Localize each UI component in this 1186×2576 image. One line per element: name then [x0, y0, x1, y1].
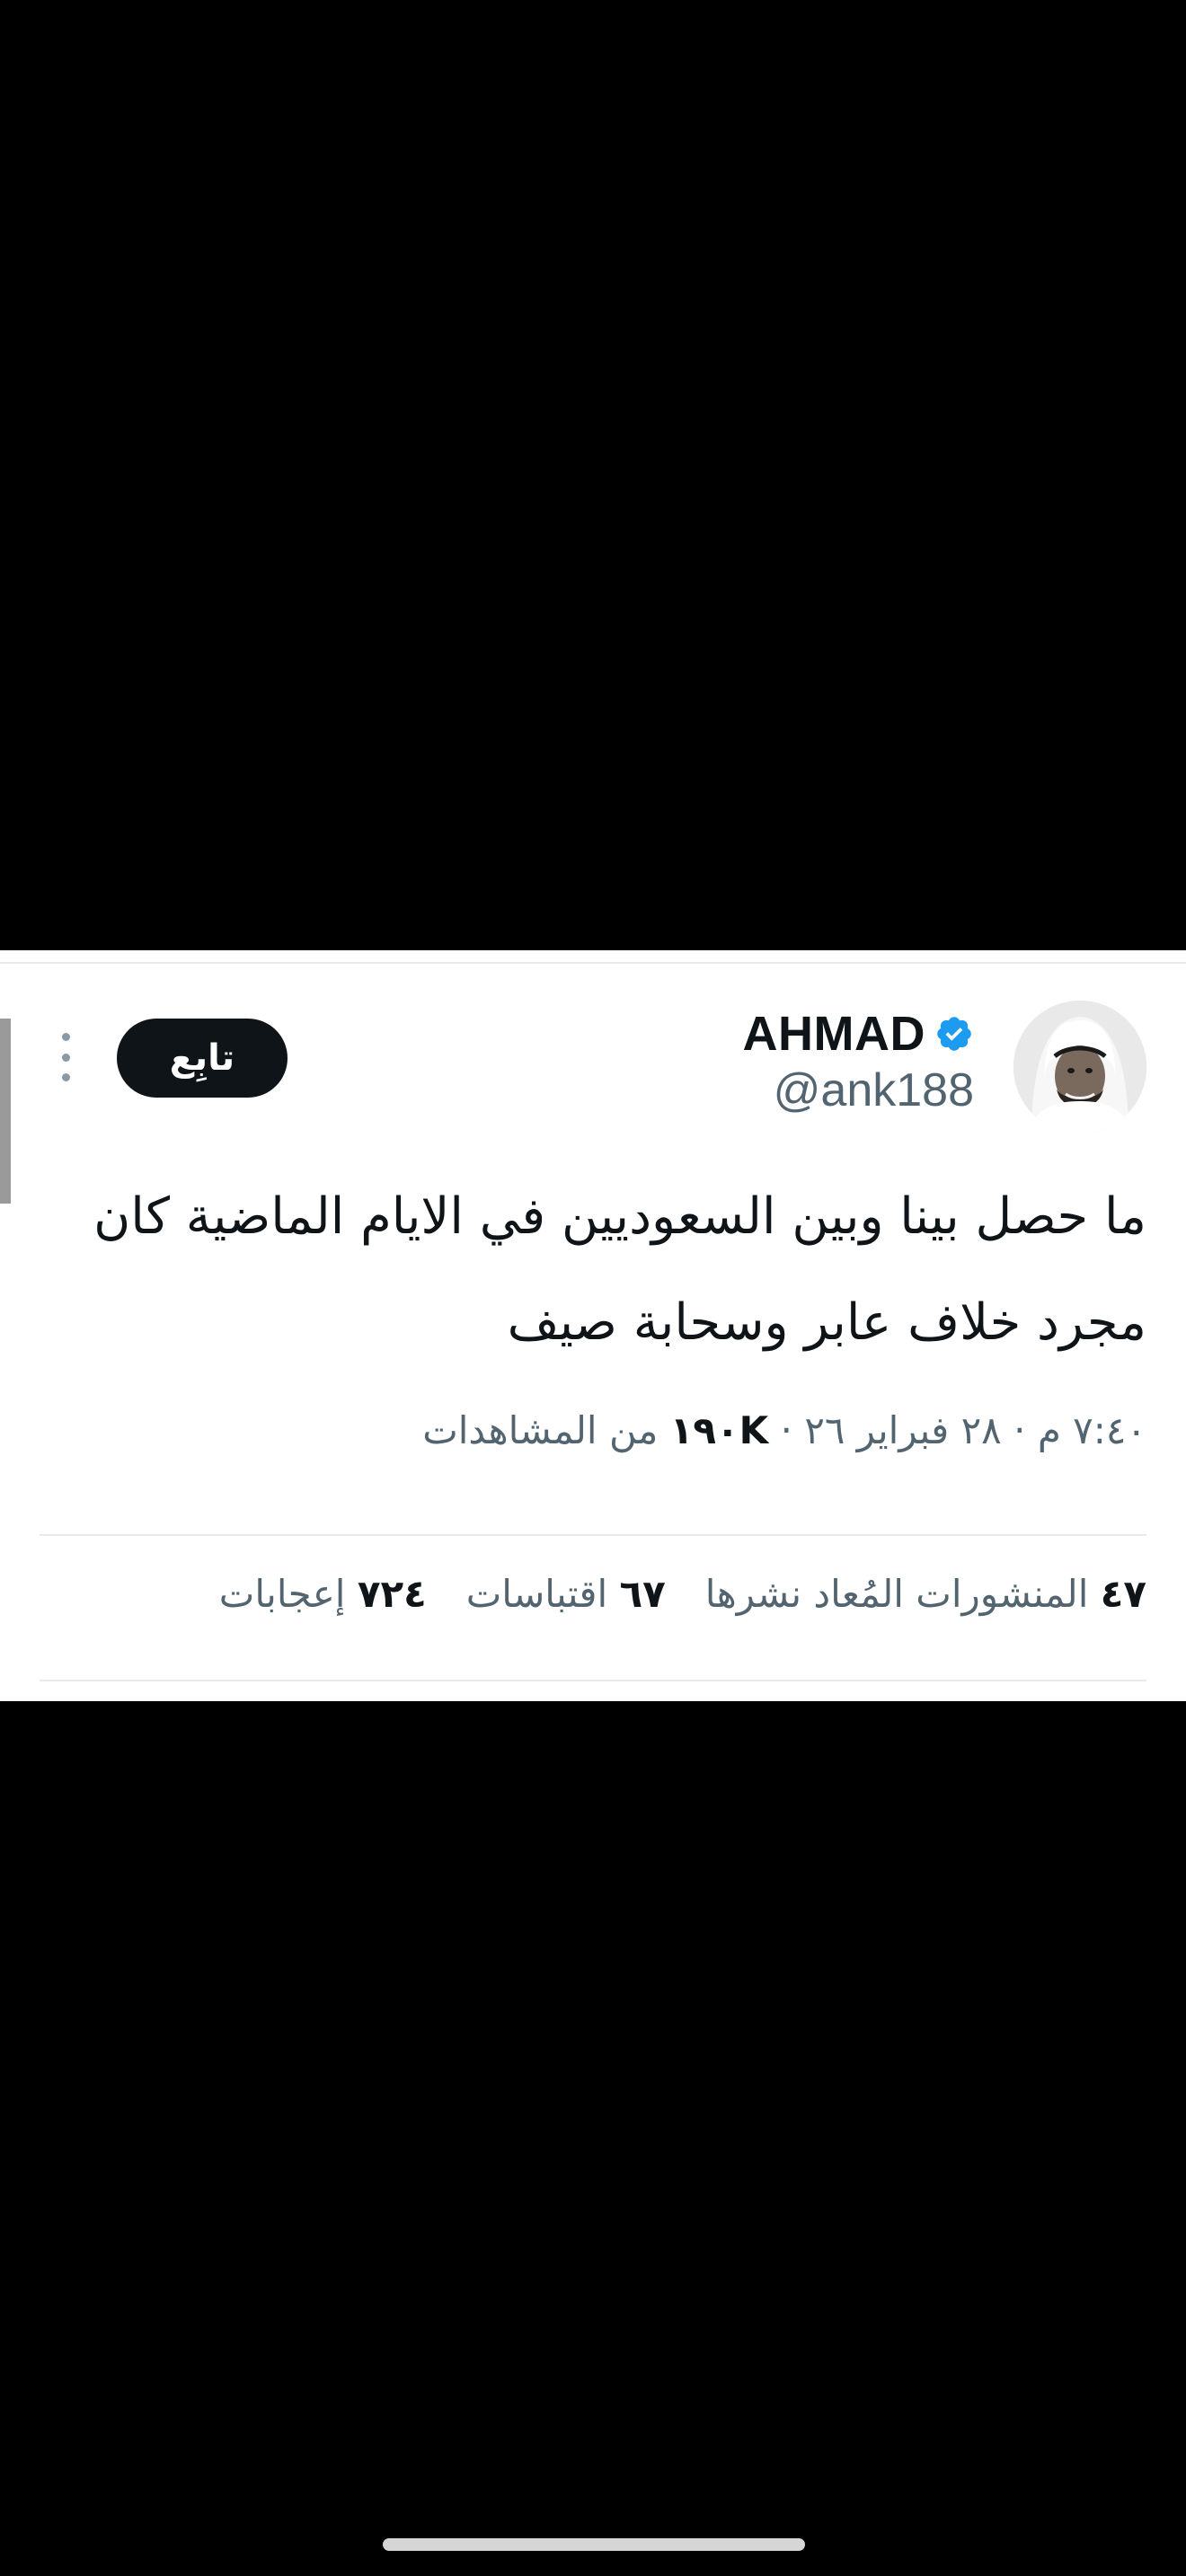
tweet-text: ما حصل بينا وبين السعوديين في الايام الم… — [93, 1187, 1146, 1352]
top-black-area — [0, 0, 1186, 950]
home-indicator[interactable] — [383, 2538, 805, 2551]
stats-bottom-divider — [40, 1680, 1146, 1681]
vertical-ellipsis-icon[interactable] — [56, 1033, 75, 1081]
verified-badge-icon — [937, 1017, 971, 1051]
tweet-date[interactable]: ٢٨ فبراير ٢٦ — [804, 1408, 1001, 1452]
quotes-label: اقتباسات — [465, 1572, 608, 1616]
avatar[interactable] — [1013, 1001, 1146, 1134]
follow-button[interactable]: تابِع — [117, 1019, 288, 1098]
tweet-meta: ٧:٤٠ م · ٢٨ فبراير ٢٦ · ١٩٠K من المشاهدا… — [32, 1408, 1146, 1452]
reposts-label: المنشورات المُعاد نشرها — [704, 1572, 1089, 1616]
author-name-row[interactable]: AHMAD — [743, 1006, 974, 1062]
views-count: ١٩٠K — [669, 1408, 769, 1452]
display-name[interactable]: AHMAD — [743, 1006, 925, 1062]
likes-label: إعجابات — [218, 1572, 346, 1616]
quotes-stat[interactable]: ٦٧ اقتباسات — [466, 1572, 666, 1616]
likes-count: ٧٢٤ — [357, 1572, 427, 1616]
card-top-divider — [0, 962, 1186, 964]
quotes-count: ٦٧ — [619, 1572, 666, 1616]
views-label: من المشاهدات — [422, 1408, 659, 1452]
reposts-count: ٤٧ — [1100, 1572, 1146, 1616]
stats-top-divider — [40, 1534, 1146, 1536]
tweet-card[interactable]: AHMAD @ank188 تابِع ما حصل بينا وبين الس… — [0, 950, 1186, 1701]
likes-stat[interactable]: ٧٢٤ إعجابات — [219, 1572, 427, 1616]
tweet-time[interactable]: ٧:٤٠ م — [1038, 1408, 1146, 1452]
bottom-black-area — [0, 1701, 1186, 2576]
engagement-stats: ٤٧ المنشورات المُعاد نشرها ٦٧ اقتباسات ٧… — [219, 1572, 1146, 1616]
avatar-image — [1013, 1001, 1146, 1134]
scroll-edge-indicator — [0, 1019, 11, 1204]
meta-separator: · — [780, 1408, 792, 1452]
meta-separator: · — [1013, 1408, 1026, 1452]
user-handle[interactable]: @ank188 — [774, 1063, 974, 1117]
reposts-stat[interactable]: ٤٧ المنشورات المُعاد نشرها — [705, 1572, 1146, 1616]
